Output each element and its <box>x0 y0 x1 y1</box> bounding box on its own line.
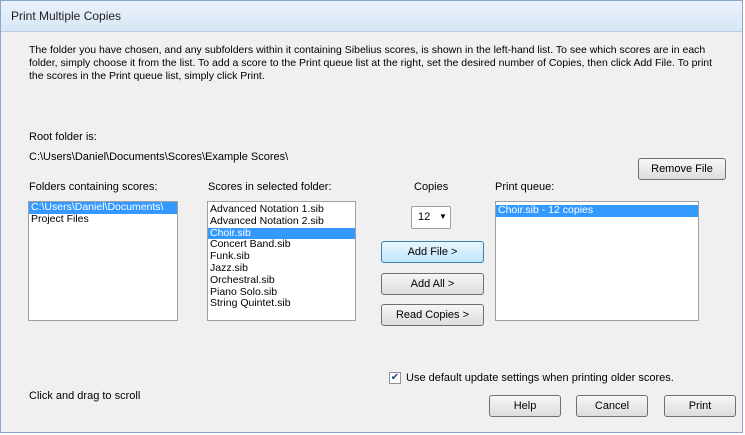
copies-value: 12 <box>418 211 431 223</box>
intro-text: The folder you have chosen, and any subf… <box>29 44 713 82</box>
help-button[interactable]: Help <box>489 395 561 417</box>
check-icon: ✔ <box>390 372 400 383</box>
read-copies-button[interactable]: Read Copies > <box>381 304 484 326</box>
cancel-button[interactable]: Cancel <box>576 395 648 417</box>
remove-file-button[interactable]: Remove File <box>638 158 726 180</box>
root-folder-label: Root folder is: <box>29 131 97 143</box>
default-update-checkbox[interactable]: ✔ <box>389 372 401 384</box>
score-item[interactable]: Advanced Notation 2.sib <box>208 215 355 228</box>
queue-item[interactable]: Choir.sib - 12 copies <box>496 204 698 217</box>
default-update-label: Use default update settings when printin… <box>406 372 674 384</box>
print-button[interactable]: Print <box>664 395 736 417</box>
copies-select[interactable]: 12 ▼ <box>411 206 451 229</box>
add-all-button[interactable]: Add All > <box>381 273 484 295</box>
folders-list[interactable]: C:\Users\Daniel\Documents\ Project Files <box>28 201 178 321</box>
root-folder-path: C:\Users\Daniel\Documents\Scores\Example… <box>29 151 289 163</box>
folders-label: Folders containing scores: <box>29 181 158 193</box>
title-bar[interactable]: Print Multiple Copies <box>1 1 742 32</box>
add-file-button[interactable]: Add File > <box>381 241 484 263</box>
scores-label: Scores in selected folder: <box>208 181 332 193</box>
folder-item-project-files[interactable]: Project Files <box>29 213 177 226</box>
scroll-hint: Click and drag to scroll <box>29 390 141 402</box>
window-title: Print Multiple Copies <box>11 9 122 23</box>
print-queue-label: Print queue: <box>495 181 555 193</box>
score-item[interactable]: Orchestral.sib <box>208 274 355 287</box>
scores-list[interactable]: Advanced Notation 1.sib Advanced Notatio… <box>207 201 356 321</box>
chevron-down-icon: ▼ <box>439 212 447 221</box>
score-item[interactable]: Jazz.sib <box>208 262 355 275</box>
score-item[interactable]: String Quintet.sib <box>208 298 355 310</box>
print-queue-list[interactable]: Choir.sib - 12 copies <box>495 201 699 321</box>
copies-label: Copies <box>414 181 449 193</box>
dialog-window: Print Multiple Copies The folder you hav… <box>0 0 743 433</box>
